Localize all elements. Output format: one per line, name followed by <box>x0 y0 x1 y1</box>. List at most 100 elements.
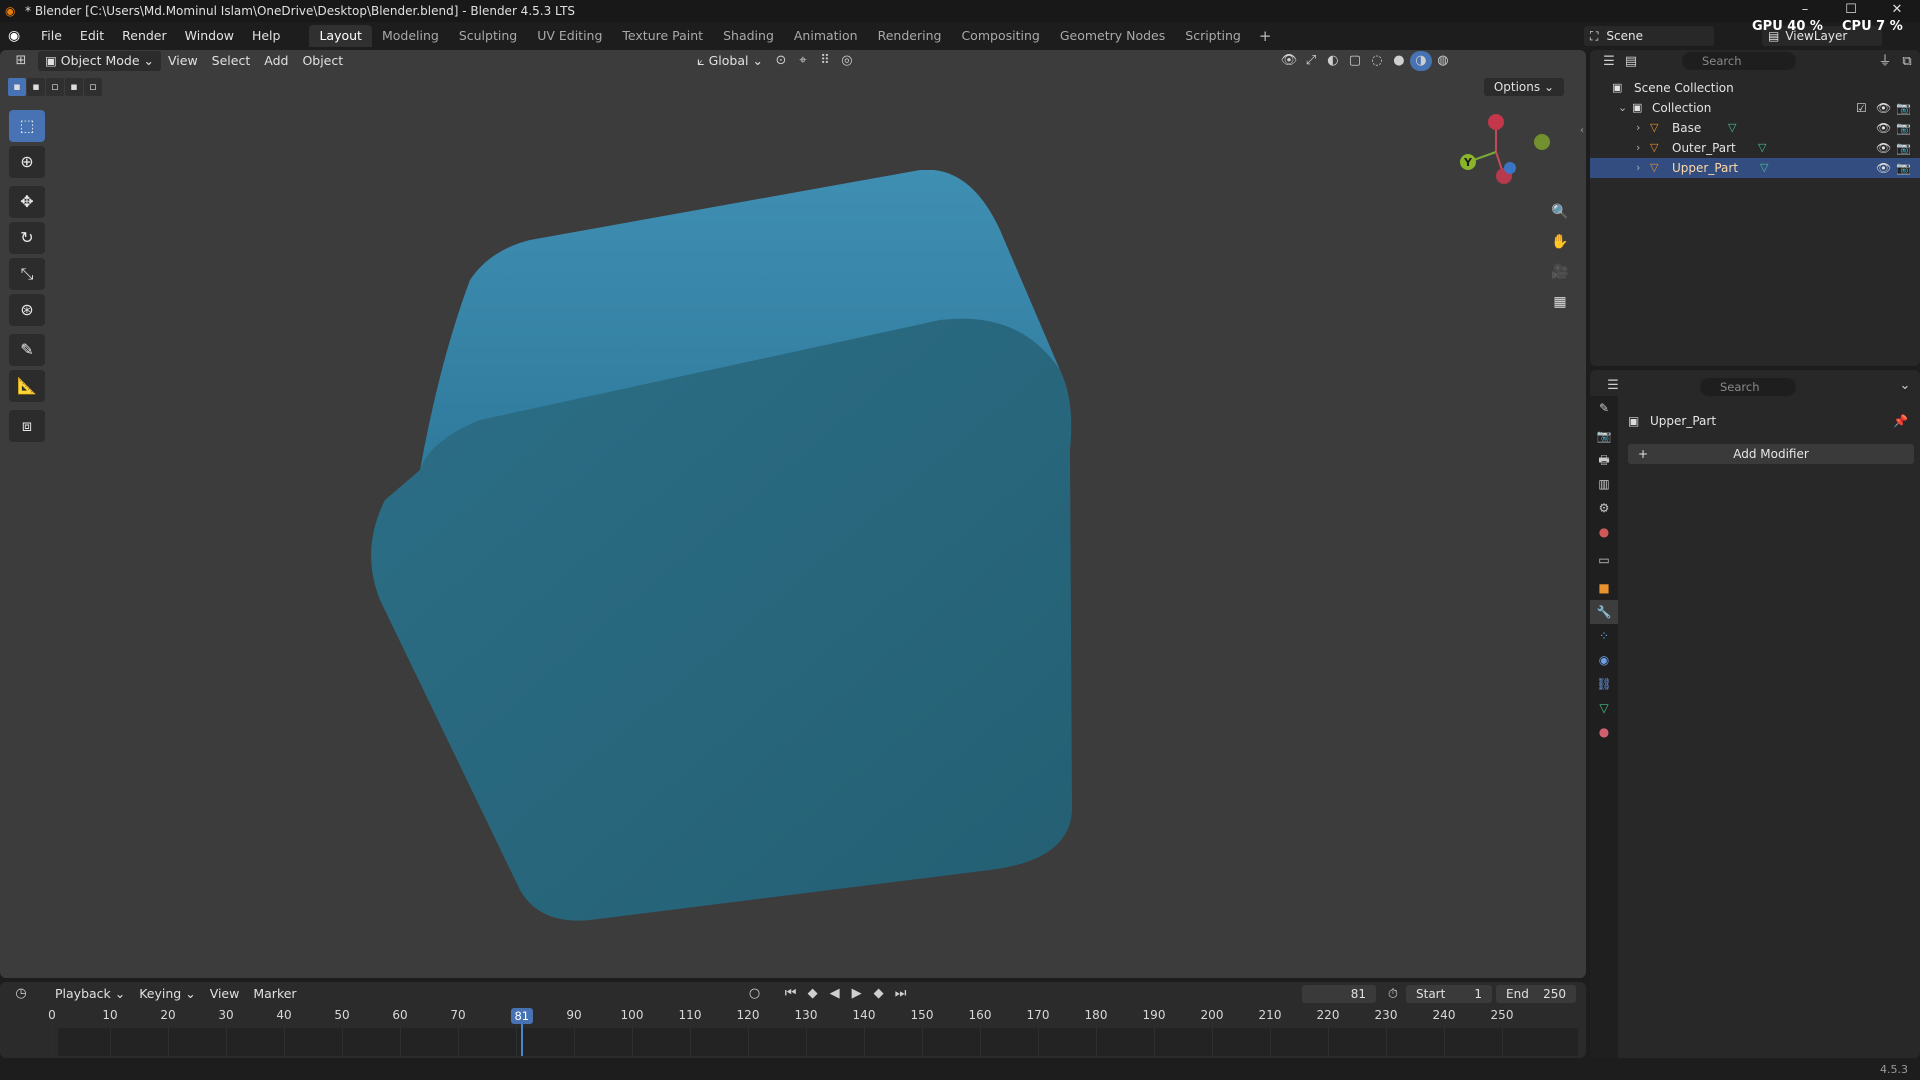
outliner-row-scene-collection[interactable]: ▣ Scene Collection <box>1590 78 1920 98</box>
menu-render[interactable]: Render <box>113 22 176 50</box>
camera-icon[interactable]: 📷 <box>1896 98 1911 118</box>
jump-end-icon[interactable]: ⏭ <box>890 984 912 1004</box>
select-extend-icon[interactable]: ▪ <box>27 78 45 96</box>
scene-selector[interactable]: ⛶ Scene <box>1584 26 1714 46</box>
xray-icon[interactable]: ▢ <box>1344 51 1366 71</box>
eye-icon[interactable]: 👁 <box>1876 98 1891 118</box>
particles-icon[interactable]: ⁘ <box>1590 624 1618 648</box>
tool-icon[interactable]: ✎ <box>1590 396 1618 420</box>
eye-icon[interactable]: 👁 <box>1876 138 1891 158</box>
properties-search-input[interactable]: Search <box>1700 378 1796 396</box>
zoom-icon[interactable]: 🔍 <box>1548 200 1572 224</box>
render-icon[interactable]: 📷 <box>1590 424 1618 448</box>
proportional-editing-icon[interactable]: ◎ <box>836 51 858 71</box>
neg-y-axis-handle[interactable] <box>1534 134 1550 150</box>
view-layer-icon[interactable]: ▥ <box>1590 472 1618 496</box>
mesh-data-props-icon[interactable]: ▽ <box>1590 696 1618 720</box>
menu-help[interactable]: Help <box>243 22 290 50</box>
transform-orientation-dropdown[interactable]: ⟀ Global ⌄ <box>690 51 770 71</box>
menu-select[interactable]: Select <box>205 51 258 71</box>
options-button[interactable]: Options ⌄ <box>1483 78 1564 96</box>
material-icon[interactable]: ● <box>1590 720 1618 744</box>
scene-props-icon[interactable]: ⚙ <box>1590 496 1618 520</box>
blender-menu-icon[interactable]: ◉ <box>8 28 32 44</box>
constraints-icon[interactable]: ⛓ <box>1590 672 1618 696</box>
outliner-row-collection[interactable]: ⌄ ▣ Collection ☑ 👁 📷 <box>1590 98 1920 118</box>
jump-start-icon[interactable]: ⏮ <box>780 984 802 1004</box>
object-props-icon[interactable]: ■ <box>1590 576 1618 600</box>
select-subtract-icon[interactable]: ▫ <box>46 78 64 96</box>
menu-add[interactable]: Add <box>257 51 295 71</box>
menu-view[interactable]: View <box>161 51 205 71</box>
tab-uv-editing[interactable]: UV Editing <box>527 25 612 47</box>
start-frame-field[interactable]: Start 1 <box>1406 985 1492 1003</box>
tab-modeling[interactable]: Modeling <box>372 25 449 47</box>
transform-tool-icon[interactable]: ⊛ <box>9 294 45 326</box>
3d-object-upper-part[interactable] <box>360 170 1140 930</box>
pivot-point-icon[interactable]: ⊙ <box>770 51 792 71</box>
z-axis-handle[interactable] <box>1488 114 1504 130</box>
pin-icon[interactable]: 📌 <box>1893 414 1908 428</box>
select-intersect-icon[interactable]: ▫ <box>84 78 102 96</box>
properties-editor-type-icon[interactable]: ☰ <box>1602 376 1624 396</box>
playhead-frame-badge[interactable]: 81 <box>510 1008 533 1024</box>
annotate-tool-icon[interactable]: ✎ <box>9 334 45 366</box>
modifier-icon[interactable]: 🔧 <box>1590 600 1618 624</box>
snap-target-icon[interactable]: ⠿ <box>814 51 836 71</box>
jump-keyframe-forward-icon[interactable]: ◆ <box>868 984 890 1004</box>
chevron-down-icon[interactable]: ⌄ <box>1618 98 1627 118</box>
menu-marker[interactable]: Marker <box>246 984 303 1004</box>
tab-animation[interactable]: Animation <box>784 25 868 47</box>
tab-sculpting[interactable]: Sculpting <box>449 25 527 47</box>
select-box-tool-icon[interactable]: ⬚ <box>9 110 45 142</box>
material-preview-shading-icon[interactable]: ◑ <box>1409 51 1432 71</box>
play-icon[interactable]: ▶ <box>846 984 868 1004</box>
stopwatch-icon[interactable]: ⏱ <box>1382 985 1404 1005</box>
navigation-gizmo[interactable]: Y <box>1456 112 1556 192</box>
eye-icon[interactable]: 👁 <box>1876 158 1891 178</box>
tab-shading[interactable]: Shading <box>713 25 784 47</box>
menu-file[interactable]: File <box>32 22 71 50</box>
wireframe-shading-icon[interactable]: ◌ <box>1366 51 1388 71</box>
collection-checkbox-icon[interactable]: ☑ <box>1856 98 1867 118</box>
camera-icon[interactable]: 📷 <box>1896 118 1911 138</box>
measure-tool-icon[interactable]: 📐 <box>9 370 45 402</box>
mesh-data-icon[interactable]: ▽ <box>1760 158 1768 178</box>
jump-keyframe-back-icon[interactable]: ◆ <box>802 984 824 1004</box>
physics-icon[interactable]: ◉ <box>1590 648 1618 672</box>
chevron-down-icon[interactable]: ⌄ <box>1894 376 1916 396</box>
timeline-editor-type-icon[interactable]: ◷ <box>10 984 32 1004</box>
visibility-icon[interactable]: 👁 <box>1278 51 1300 71</box>
tab-geometry-nodes[interactable]: Geometry Nodes <box>1050 25 1175 47</box>
menu-window[interactable]: Window <box>176 22 243 50</box>
end-frame-field[interactable]: End 250 <box>1496 985 1576 1003</box>
eye-icon[interactable]: 👁 <box>1876 118 1891 138</box>
add-workspace-button[interactable]: + <box>1251 25 1280 47</box>
auto-keying-icon[interactable]: ○ <box>744 984 766 1004</box>
snap-icon[interactable]: ⌖ <box>792 51 814 71</box>
chevron-right-icon[interactable]: › <box>1636 118 1640 138</box>
display-mode-icon[interactable]: ▤ <box>1620 52 1642 72</box>
select-difference-icon[interactable]: ▪ <box>65 78 83 96</box>
outliner-row-upper-part[interactable]: › ▽ Upper_Part ▽ 👁 📷 <box>1590 158 1920 178</box>
mesh-data-icon[interactable]: ▽ <box>1728 118 1736 138</box>
menu-object[interactable]: Object <box>295 51 350 71</box>
menu-edit[interactable]: Edit <box>71 22 113 50</box>
solid-shading-icon[interactable]: ● <box>1388 51 1410 71</box>
collection-props-icon[interactable]: ▭ <box>1590 548 1618 572</box>
tab-layout[interactable]: Layout <box>309 25 372 47</box>
current-frame-field[interactable]: 81 <box>1302 985 1376 1003</box>
overlay-icon[interactable]: ◐ <box>1322 51 1344 71</box>
camera-icon[interactable]: 📷 <box>1896 138 1911 158</box>
outliner-row-outer-part[interactable]: › ▽ Outer_Part ▽ 👁 📷 <box>1590 138 1920 158</box>
sidebar-toggle-icon[interactable]: ‹ <box>1580 125 1584 136</box>
timeline-ruler[interactable]: 0 10 20 30 40 50 60 70 90 100 110 120 130 140 150 160 17… <box>0 1008 1586 1026</box>
outliner-row-base[interactable]: › ▽ Base ▽ 👁 📷 <box>1590 118 1920 138</box>
rotate-tool-icon[interactable]: ↻ <box>9 222 45 254</box>
tab-compositing[interactable]: Compositing <box>951 25 1049 47</box>
output-icon[interactable]: 🖶 <box>1590 448 1618 472</box>
3d-viewport[interactable]: ⊞ ▣ Object Mode ⌄ View Select Add Object… <box>0 50 1586 978</box>
timeline-track[interactable] <box>52 1028 1578 1056</box>
play-reverse-icon[interactable]: ◀ <box>824 984 846 1004</box>
gizmo-icon[interactable]: ⤢ <box>1300 51 1322 71</box>
